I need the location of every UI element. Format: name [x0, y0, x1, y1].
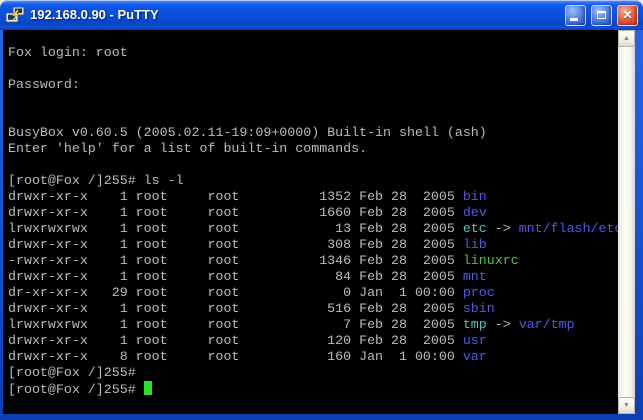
close-button[interactable]: ✕	[617, 5, 638, 26]
terminal-line: drwxr-xr-x 1 root root 1352 Feb 28 2005 …	[8, 189, 618, 205]
terminal-line: -rwxr-xr-x 1 root root 1346 Feb 28 2005 …	[8, 253, 618, 269]
terminal-line: dr-xr-xr-x 29 root root 0 Jan 1 00:00 pr…	[8, 285, 618, 301]
scroll-down-icon: ▼	[623, 402, 630, 409]
terminal-line: [root@Fox /]255# ls -l	[8, 173, 618, 189]
terminal-line: drwxr-xr-x 8 root root 160 Jan 1 00:00 v…	[8, 349, 618, 365]
scroll-up-icon: ▲	[623, 35, 630, 42]
putty-window: 192.168.0.90 - PuTTY ✕ Fox login: root Pa…	[0, 0, 643, 420]
terminal-body: Fox login: root Password: BusyBox v0.60.5 …	[3, 30, 635, 414]
scroll-up-button[interactable]: ▲	[618, 30, 635, 47]
scroll-down-button[interactable]: ▼	[618, 397, 635, 414]
terminal-line: BusyBox v0.60.5 (2005.02.11-19:09+0000) …	[8, 125, 618, 141]
terminal-line: [root@Fox /]255#	[8, 381, 618, 397]
terminal-line: drwxr-xr-x 1 root root 120 Feb 28 2005 u…	[8, 333, 618, 349]
terminal-line: drwxr-xr-x 1 root root 84 Feb 28 2005 mn…	[8, 269, 618, 285]
scrollbar-track[interactable]	[618, 47, 635, 397]
minimize-icon	[570, 18, 578, 21]
terminal-line	[8, 109, 618, 125]
terminal-line	[8, 93, 618, 109]
scrollbar[interactable]: ▲ ▼	[618, 30, 635, 414]
terminal-line: Enter 'help' for a list of built-in comm…	[8, 141, 618, 157]
terminal-line: drwxr-xr-x 1 root root 516 Feb 28 2005 s…	[8, 301, 618, 317]
terminal-line: [root@Fox /]255#	[8, 365, 618, 381]
terminal-line: lrwxrwxrwx 1 root root 13 Feb 28 2005 et…	[8, 221, 618, 237]
maximize-button[interactable]	[591, 5, 612, 26]
terminal-cursor	[144, 381, 152, 395]
terminal-line: Fox login: root	[8, 45, 618, 61]
terminal-line: drwxr-xr-x 1 root root 308 Feb 28 2005 l…	[8, 237, 618, 253]
minimize-button[interactable]	[565, 5, 586, 26]
terminal-line: drwxr-xr-x 1 root root 1660 Feb 28 2005 …	[8, 205, 618, 221]
terminal-line: lrwxrwxrwx 1 root root 7 Feb 28 2005 tmp…	[8, 317, 618, 333]
window-title: 192.168.0.90 - PuTTY	[30, 7, 560, 23]
close-icon: ✕	[622, 9, 632, 21]
terminal-line	[8, 157, 618, 173]
putty-app-icon	[5, 7, 25, 24]
terminal-line: Password:	[8, 77, 618, 93]
title-bar[interactable]: 192.168.0.90 - PuTTY ✕	[0, 0, 643, 30]
terminal-screen[interactable]: Fox login: root Password: BusyBox v0.60.5 …	[3, 30, 618, 414]
maximize-icon	[597, 11, 606, 19]
terminal-line	[8, 61, 618, 77]
